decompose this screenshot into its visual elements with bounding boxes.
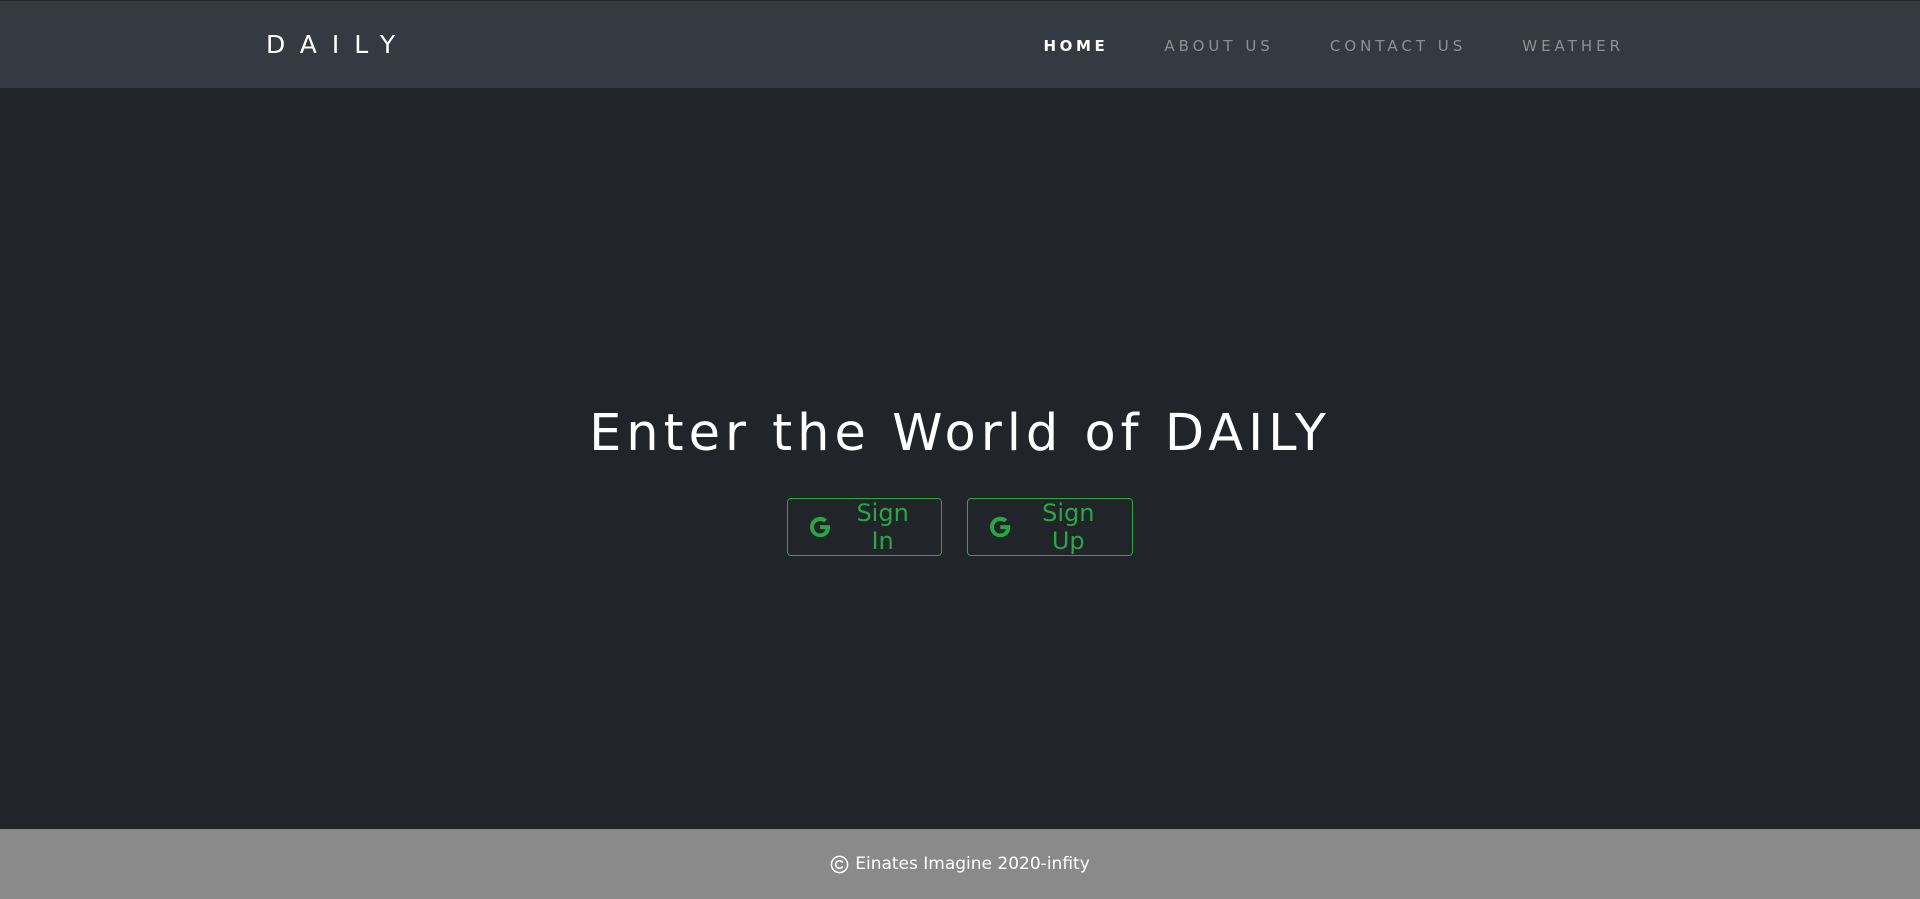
google-icon [810,516,831,538]
nav-menu: HOME ABOUT US CONTACT US WEATHER [987,35,1624,57]
nav-link-home[interactable]: HOME [1043,35,1108,57]
footer-content: Einates Imagine 2020-infity [830,854,1090,874]
sign-up-button[interactable]: Sign Up [967,498,1133,556]
nav-link-contact-us[interactable]: CONTACT US [1330,35,1466,57]
navbar: DAILY HOME ABOUT US CONTACT US WEATHER [0,0,1920,88]
brand-logo-link[interactable]: DAILY [266,30,410,60]
page: DAILY HOME ABOUT US CONTACT US WEATHER E… [0,0,1920,899]
sign-in-label: Sign In [856,499,909,555]
footer-text: Einates Imagine 2020-infity [855,854,1090,874]
sign-up-label: Sign Up [1042,499,1095,555]
nav-link-about-us[interactable]: ABOUT US [1164,35,1274,57]
footer: Einates Imagine 2020-infity [0,829,1920,899]
copyright-icon [830,855,849,873]
hero-title: Enter the World of DAILY [589,404,1331,463]
auth-button-row: Sign In Sign Up [0,498,1920,556]
hero-section: Enter the World of DAILY Sign In Sign Up [0,88,1920,829]
google-icon [990,516,1011,538]
nav-link-weather[interactable]: WEATHER [1522,35,1624,57]
sign-in-button[interactable]: Sign In [787,498,942,556]
